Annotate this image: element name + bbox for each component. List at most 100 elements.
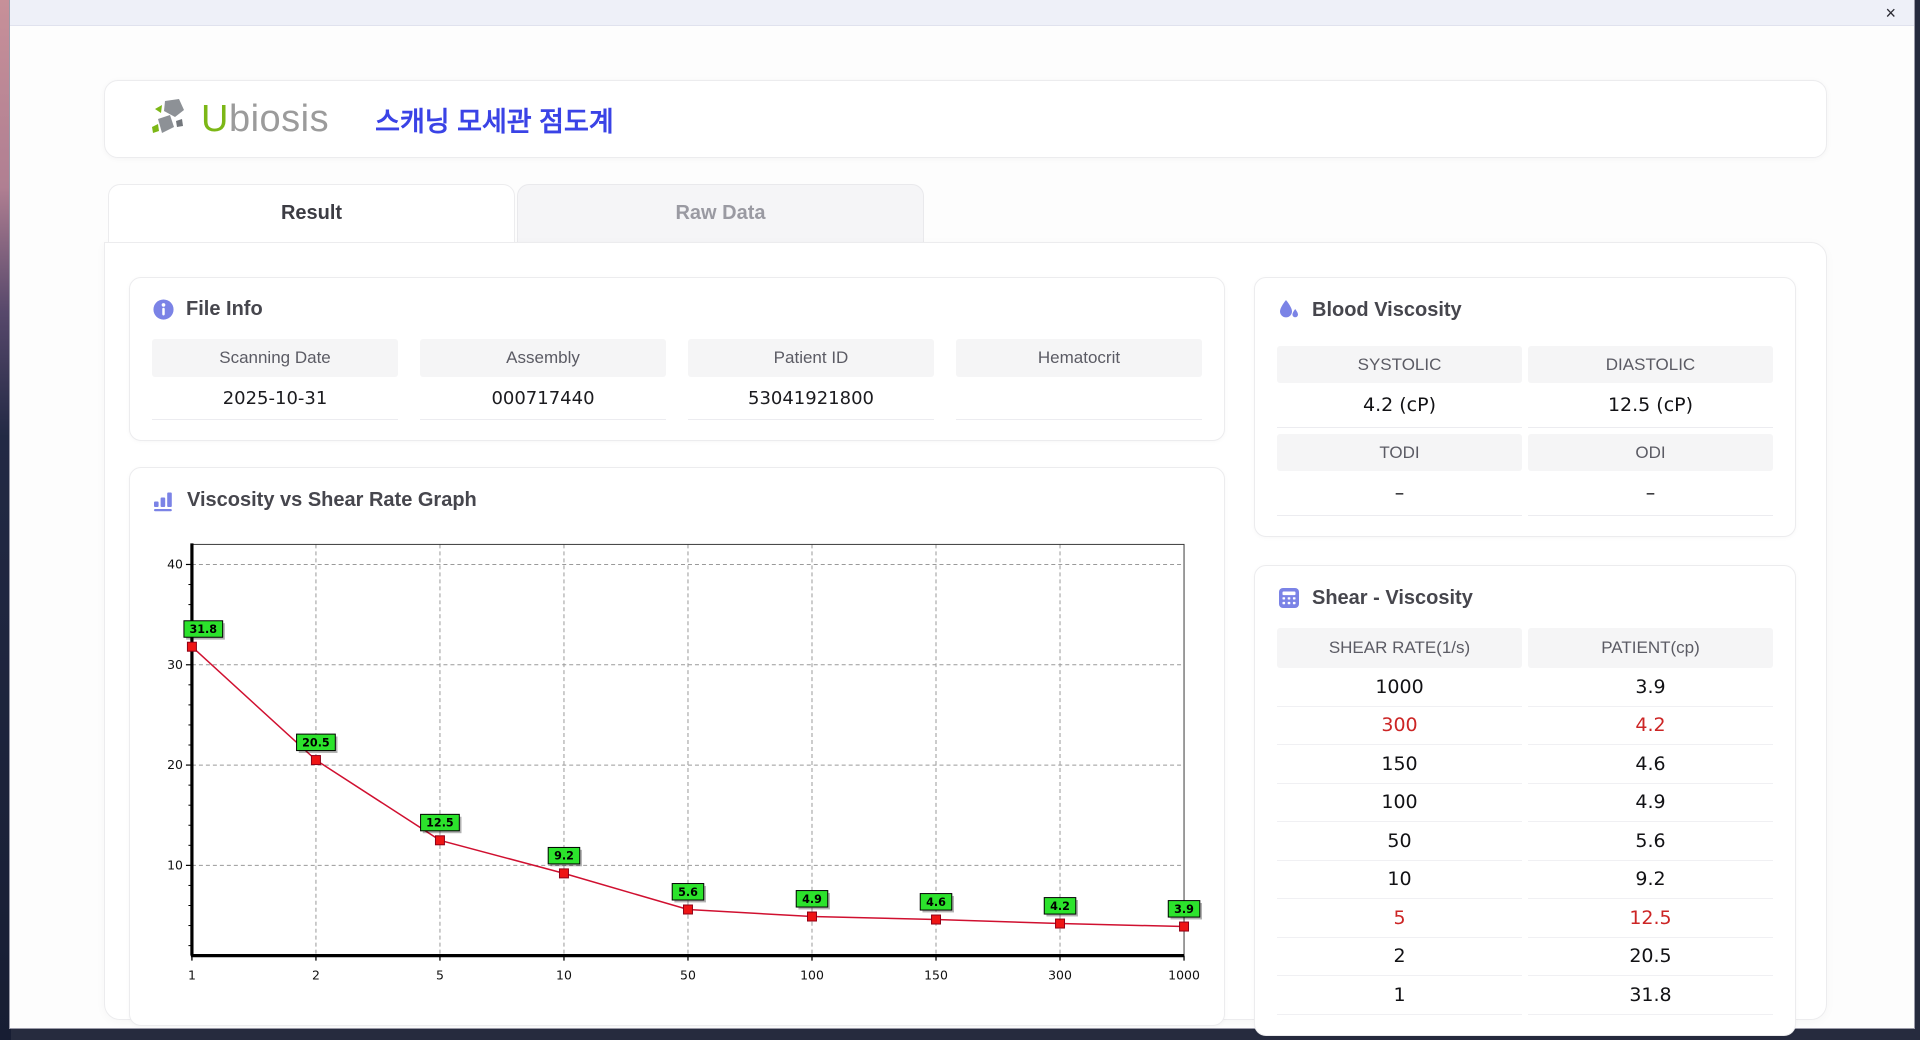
blood-viscosity-value: – bbox=[1528, 471, 1773, 516]
ubiosis-logo-icon bbox=[152, 99, 184, 133]
graph-title-row: Viscosity vs Shear Rate Graph bbox=[152, 488, 1202, 512]
file-info-field-value: 53041921800 bbox=[688, 377, 934, 420]
table-row: 300 4.2 bbox=[1277, 707, 1773, 745]
viscosity-shear-rate-chart: 10 20 30 40 1 2 5 10 50 100 150 300 1000 31.8 20.5 12.5… bbox=[152, 530, 1202, 1000]
svg-text:2: 2 bbox=[312, 968, 320, 983]
shear-table-column-header: SHEAR RATE(1/s) bbox=[1277, 628, 1522, 668]
tab-result[interactable]: Result bbox=[108, 184, 515, 242]
table-row: 1000 3.9 bbox=[1277, 668, 1773, 707]
file-info-fields: Scanning Date 2025-10-31 Assembly 000717440… bbox=[152, 339, 1202, 420]
svg-text:50: 50 bbox=[680, 968, 696, 983]
patient-viscosity-cell: 12.5 bbox=[1528, 899, 1773, 938]
blood-viscosity-value: 12.5 (cP) bbox=[1528, 383, 1773, 428]
svg-text:300: 300 bbox=[1048, 968, 1072, 983]
shear-rate-cell: 1000 bbox=[1277, 668, 1522, 707]
svg-text:31.8: 31.8 bbox=[190, 623, 218, 636]
patient-viscosity-cell: 9.2 bbox=[1528, 861, 1773, 899]
svg-text:20.5: 20.5 bbox=[302, 736, 330, 749]
shear-rate-cell: 10 bbox=[1277, 861, 1522, 899]
svg-text:5.6: 5.6 bbox=[678, 886, 698, 899]
file-info-field-value: 2025-10-31 bbox=[152, 377, 398, 420]
svg-text:4.2: 4.2 bbox=[1050, 900, 1070, 913]
graph-title: Viscosity vs Shear Rate Graph bbox=[187, 488, 477, 511]
table-row: 50 5.6 bbox=[1277, 822, 1773, 861]
table-row: 1 31.8 bbox=[1277, 976, 1773, 1015]
window-titlebar: × bbox=[10, 0, 1914, 26]
patient-viscosity-cell: 20.5 bbox=[1528, 938, 1773, 976]
svg-text:10: 10 bbox=[556, 968, 572, 983]
blood-viscosity-title-row: Blood Viscosity bbox=[1277, 298, 1773, 322]
shear-rate-cell: 1 bbox=[1277, 976, 1522, 1015]
shear-rate-cell: 150 bbox=[1277, 745, 1522, 784]
patient-viscosity-cell: 4.6 bbox=[1528, 745, 1773, 784]
file-info-field-value bbox=[956, 377, 1202, 420]
shear-table-header: SHEAR RATE(1/s) PATIENT(cp) bbox=[1277, 628, 1773, 668]
table-row: 150 4.6 bbox=[1277, 745, 1773, 784]
file-info-field-label: Scanning Date bbox=[152, 339, 398, 377]
app-title: 스캐닝 모세관 점도계 bbox=[375, 106, 614, 137]
svg-text:30: 30 bbox=[167, 657, 183, 672]
calculator-icon bbox=[1279, 588, 1299, 608]
svg-text:150: 150 bbox=[924, 968, 948, 983]
file-info-field-hematocrit: Hematocrit bbox=[956, 339, 1202, 420]
svg-text:4.6: 4.6 bbox=[926, 896, 946, 909]
svg-text:40: 40 bbox=[167, 556, 183, 571]
file-info-field-scanning-date: Scanning Date 2025-10-31 bbox=[152, 339, 398, 420]
bar-chart-icon bbox=[154, 492, 172, 512]
shear-table-column-header: PATIENT(cp) bbox=[1528, 628, 1773, 668]
file-info-field-label: Assembly bbox=[420, 339, 666, 377]
ubiosis-logo-text: Ubiosis bbox=[201, 98, 330, 140]
file-info-field-patient-id: Patient ID 53041921800 bbox=[688, 339, 934, 420]
patient-viscosity-cell: 3.9 bbox=[1528, 668, 1773, 707]
file-info-field-value: 000717440 bbox=[420, 377, 666, 420]
blood-viscosity-header: DIASTOLIC bbox=[1528, 346, 1773, 383]
blood-viscosity-title: Blood Viscosity bbox=[1312, 298, 1462, 321]
result-panel: File Info Scanning Date 2025-10-31 Assembl… bbox=[104, 242, 1827, 1036]
file-info-title: File Info bbox=[186, 298, 263, 320]
svg-text:12.5: 12.5 bbox=[426, 817, 454, 830]
svg-text:4.9: 4.9 bbox=[802, 893, 822, 906]
file-info-field-assembly: Assembly 000717440 bbox=[420, 339, 666, 420]
table-row: 5 12.5 bbox=[1277, 899, 1773, 938]
shear-rate-cell: 100 bbox=[1277, 784, 1522, 822]
svg-text:3.9: 3.9 bbox=[1174, 903, 1194, 916]
patient-viscosity-cell: 5.6 bbox=[1528, 822, 1773, 861]
app-header: Ubiosis 스캐닝 모세관 점도계 bbox=[104, 80, 1827, 158]
table-row: 100 4.9 bbox=[1277, 784, 1773, 822]
info-icon bbox=[153, 299, 174, 320]
blood-viscosity-header: ODI bbox=[1528, 434, 1773, 471]
patient-viscosity-cell: 4.9 bbox=[1528, 784, 1773, 822]
page: Ubiosis 스캐닝 모세관 점도계 Result Raw Data File bbox=[10, 26, 1914, 1036]
right-column: Blood Viscosity SYSTOLIC DIASTOLIC 4.2 (cP… bbox=[1254, 277, 1796, 1036]
svg-text:1000: 1000 bbox=[1168, 968, 1200, 983]
svg-text:100: 100 bbox=[800, 968, 824, 983]
svg-text:1: 1 bbox=[188, 968, 196, 983]
app-window: × Ubiosis 스캐닝 모세관 점도계 Result Raw Data Fi… bbox=[10, 0, 1914, 1036]
patient-viscosity-cell: 4.2 bbox=[1528, 707, 1773, 745]
water-drop-icon bbox=[1280, 300, 1298, 318]
table-row: 10 9.2 bbox=[1277, 861, 1773, 899]
svg-text:9.2: 9.2 bbox=[554, 850, 574, 863]
svg-text:20: 20 bbox=[167, 757, 183, 772]
shear-viscosity-title: Shear - Viscosity bbox=[1312, 586, 1473, 609]
file-info-title-row: File Info bbox=[152, 298, 1202, 321]
graph-section: Viscosity vs Shear Rate Graph 10 20 30 40 1 2… bbox=[129, 467, 1225, 1026]
file-info-section: File Info Scanning Date 2025-10-31 Assembl… bbox=[129, 277, 1225, 441]
svg-text:10: 10 bbox=[167, 857, 183, 872]
shear-rate-cell: 50 bbox=[1277, 822, 1522, 861]
chart-holder: 10 20 30 40 1 2 5 10 50 100 150 300 1000 31.8 20.5 12.5… bbox=[152, 530, 1202, 1005]
left-column: File Info Scanning Date 2025-10-31 Assembl… bbox=[129, 277, 1225, 1026]
shear-table-rows: 1000 3.9 300 4.2 150 4.6 100 4.9 50 5.6 10 9.2 5 12.5… bbox=[1277, 668, 1773, 1015]
file-info-field-label: Hematocrit bbox=[956, 339, 1202, 377]
file-info-field-label: Patient ID bbox=[688, 339, 934, 377]
ubiosis-logo: Ubiosis bbox=[149, 97, 329, 141]
blood-viscosity-table: SYSTOLIC DIASTOLIC 4.2 (cP) 12.5 (cP) TODI OD… bbox=[1277, 340, 1773, 516]
blood-viscosity-value: – bbox=[1277, 471, 1522, 516]
shear-viscosity-section: Shear - Viscosity SHEAR RATE(1/s) PATIENT… bbox=[1254, 565, 1796, 1036]
blood-viscosity-section: Blood Viscosity SYSTOLIC DIASTOLIC 4.2 (cP… bbox=[1254, 277, 1796, 537]
close-icon[interactable]: × bbox=[1885, 4, 1896, 22]
shear-rate-cell: 5 bbox=[1277, 899, 1522, 938]
table-row: 2 20.5 bbox=[1277, 938, 1773, 976]
tab-raw-data[interactable]: Raw Data bbox=[517, 184, 924, 242]
shear-rate-cell: 2 bbox=[1277, 938, 1522, 976]
